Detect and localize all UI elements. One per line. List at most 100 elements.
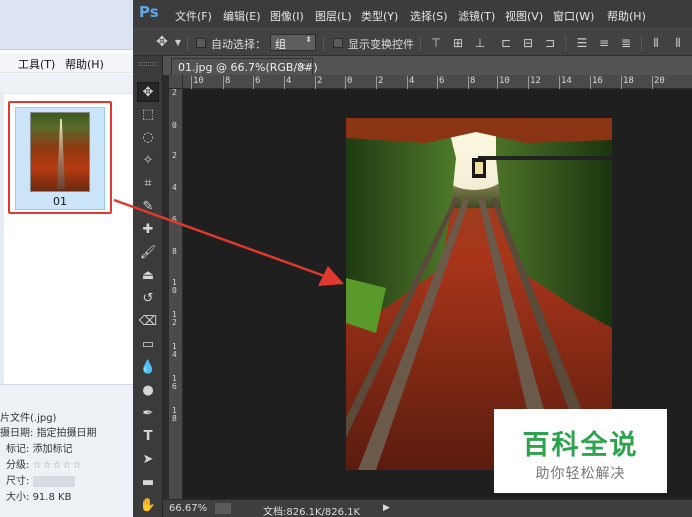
menu-file[interactable]: 文件(F) <box>175 8 212 24</box>
menu-image[interactable]: 图像(I) <box>270 8 304 24</box>
ruler-tick-label: 0 <box>344 76 353 89</box>
detail-date-key: 摄日期: <box>0 428 34 439</box>
ruler-tick-label: 1 8 <box>172 406 177 423</box>
file-item-01[interactable]: 01 <box>8 101 112 214</box>
explorer-toolbar <box>0 74 133 94</box>
auto-select-dropdown[interactable]: 组 ⬍ <box>270 34 316 51</box>
detail-file-type: 片文件(.jpg) <box>0 413 57 424</box>
show-transform-checkbox[interactable] <box>333 38 343 48</box>
auto-select-label: 自动选择： <box>211 38 266 51</box>
detail-dims-key: 尺寸: <box>6 476 30 487</box>
detail-size-value: 91.8 KB <box>32 492 72 503</box>
ruler-tick-label: 8 <box>172 247 177 256</box>
distribute-left-icon[interactable]: ⫴ <box>649 36 663 50</box>
show-transform-label: 显示变换控件 <box>348 38 414 51</box>
file-item-label: 01 <box>53 195 67 208</box>
detail-size-key: 大小: <box>6 492 30 503</box>
ruler-tick-label: 10 <box>191 76 204 89</box>
healing-brush-tool-icon[interactable]: ✚ <box>137 220 159 240</box>
shape-tool-icon[interactable]: ▬ <box>137 473 159 493</box>
align-hcenter-icon[interactable]: ⊟ <box>521 36 535 50</box>
menu-help[interactable]: 帮助(H) <box>65 56 104 72</box>
align-vcenter-icon[interactable]: ⊞ <box>451 36 465 50</box>
toolbar-grip[interactable] <box>139 62 157 66</box>
ruler-vertical[interactable]: 2 0 2 4 6 8 1 0 1 2 1 4 1 6 1 8 <box>169 89 183 499</box>
jpg-thumbnail-icon <box>30 112 90 192</box>
align-left-icon[interactable]: ⊏ <box>499 36 513 50</box>
type-tool-icon[interactable]: T <box>137 427 159 447</box>
blur-tool-icon[interactable]: 💧 <box>137 358 159 378</box>
detail-tags: 标记: 添加标记 <box>6 440 73 455</box>
eyedropper-tool-icon[interactable]: ✎ <box>137 197 159 217</box>
ruler-tick-label: 2 <box>172 151 177 160</box>
detail-size: 大小: 91.8 KB <box>6 488 71 503</box>
distribute-vcenter-icon[interactable]: ≡ <box>597 36 611 50</box>
menu-layer[interactable]: 图层(L) <box>315 8 352 24</box>
details-pane: 片文件(.jpg) 摄日期: 指定拍摄日期 标记: 添加标记 分级: ☆☆☆☆☆… <box>0 384 133 517</box>
gradient-tool-icon[interactable]: ▭ <box>137 335 159 355</box>
menu-filter[interactable]: 滤镜(T) <box>458 8 495 24</box>
pen-tool-icon[interactable]: ✒ <box>137 404 159 424</box>
explorer-menubar: 工具(T) 帮助(H) <box>0 53 133 73</box>
ruler-tick-label: 10 <box>497 76 510 89</box>
brush-tool-icon[interactable]: 🖌 <box>137 243 159 263</box>
menu-select[interactable]: 选择(S) <box>410 8 448 24</box>
detail-tags-value[interactable]: 添加标记 <box>33 444 73 455</box>
history-brush-tool-icon[interactable]: ↺ <box>137 289 159 309</box>
ruler-tick-label: 6 <box>436 76 445 89</box>
detail-date-value[interactable]: 指定拍摄日期 <box>37 428 97 439</box>
ruler-tick-label: 2 <box>172 88 177 97</box>
move-tool-preset-icon[interactable]: ✥ <box>155 35 169 49</box>
document-tab[interactable]: 01.jpg @ 66.7%(RGB/8#) × <box>171 58 318 75</box>
rating-stars[interactable]: ☆☆☆☆☆ <box>33 460 83 471</box>
eraser-tool-icon[interactable]: ⌫ <box>137 312 159 332</box>
ruler-tick-label: 12 <box>528 76 541 89</box>
ruler-tick-label: 1 0 <box>172 278 177 295</box>
align-top-icon[interactable]: ⊤ <box>429 36 443 50</box>
zoom-level[interactable]: 66.67% <box>169 503 207 514</box>
ruler-tick-label: 1 6 <box>172 374 177 391</box>
menu-tools[interactable]: 工具(T) <box>18 56 55 72</box>
auto-select-checkbox[interactable] <box>196 38 206 48</box>
distribute-top-icon[interactable]: ☰ <box>575 36 589 50</box>
watermark-title: 百科全说 <box>522 430 639 461</box>
distribute-hcenter-icon[interactable]: ⦀ <box>671 36 685 50</box>
ruler-origin[interactable] <box>169 75 183 89</box>
ruler-tick-label: 8 <box>222 76 231 89</box>
ruler-tick-label: 4 <box>406 76 415 89</box>
crop-tool-icon[interactable]: ⌗ <box>137 174 159 194</box>
detail-tags-key: 标记: <box>6 444 30 455</box>
redacted-value <box>32 475 75 487</box>
file-explorer-window: 工具(T) 帮助(H) 01 片文件(.jpg) 摄日期: 指定拍摄日期 标记:… <box>0 0 133 517</box>
marquee-tool-icon[interactable]: ⬚ <box>137 105 159 125</box>
ps-logo-icon: Ps <box>139 3 159 21</box>
ruler-tick-label: 4 <box>283 76 292 89</box>
dodge-tool-icon[interactable]: ● <box>137 381 159 401</box>
move-tool-icon[interactable]: ✥ <box>137 82 159 102</box>
zoom-icon[interactable] <box>215 503 231 514</box>
ruler-horizontal[interactable]: 10 8 6 4 2 0 2 4 6 8 10 12 14 16 18 20 <box>169 75 692 89</box>
menu-help-ps[interactable]: 帮助(H) <box>607 8 646 24</box>
ruler-tick-label: 0 <box>172 121 177 130</box>
file-item-selection: 01 <box>15 107 105 210</box>
preset-dropdown-icon[interactable]: ▼ <box>171 36 185 50</box>
magic-wand-tool-icon[interactable]: ✧ <box>137 151 159 171</box>
path-selection-tool-icon[interactable]: ➤ <box>137 450 159 470</box>
menu-window[interactable]: 窗口(W) <box>553 8 594 24</box>
menu-edit[interactable]: 编辑(E) <box>223 8 261 24</box>
distribute-bottom-icon[interactable]: ≣ <box>619 36 633 50</box>
menu-view[interactable]: 视图(V) <box>505 8 543 24</box>
menu-type[interactable]: 类型(Y) <box>361 8 398 24</box>
clone-stamp-tool-icon[interactable]: ⏏ <box>137 266 159 286</box>
align-bottom-icon[interactable]: ⊥ <box>473 36 487 50</box>
ruler-tick-label: 8 <box>467 76 476 89</box>
auto-select-value: 组 <box>275 38 286 51</box>
detail-rating: 分级: ☆☆☆☆☆ <box>6 456 82 471</box>
hand-tool-icon[interactable]: ✋ <box>137 496 159 516</box>
status-menu-arrow-icon[interactable]: ▶ <box>383 503 390 513</box>
ps-statusbar: 66.67% 文档:826.1K/826.1K ▶ <box>163 499 692 517</box>
lasso-tool-icon[interactable]: ◌ <box>137 128 159 148</box>
detail-dimensions: 尺寸: <box>6 472 75 487</box>
align-right-icon[interactable]: ⊐ <box>543 36 557 50</box>
tab-close-icon[interactable]: × <box>298 60 307 73</box>
